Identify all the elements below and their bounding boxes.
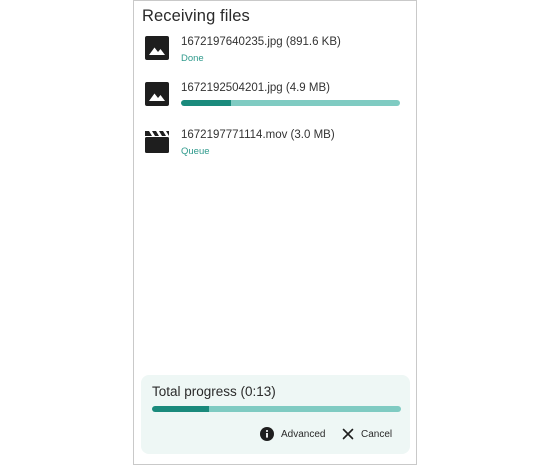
page-title: Receiving files [142, 7, 250, 25]
image-icon [144, 81, 170, 107]
file-status: Queue [181, 146, 210, 157]
total-progress-card: Total progress (0:13) Advanced Cancel [141, 375, 410, 454]
close-icon [342, 428, 354, 440]
total-progress-bar [152, 406, 401, 412]
file-progress-fill [181, 100, 232, 106]
movie-icon [144, 128, 170, 154]
file-name: 1672197640235.jpg (891.6 KB) [181, 36, 341, 48]
advanced-button[interactable]: Advanced [260, 426, 325, 442]
file-item: 1672197771114.mov (3.0 MB) Queue [144, 128, 404, 168]
receive-screen: Receiving files 1672197640235.jpg (891.6… [133, 0, 417, 465]
cancel-button[interactable]: Cancel [342, 426, 392, 442]
file-item: 1672192504201.jpg (4.9 MB) [144, 81, 404, 121]
file-item: 1672197640235.jpg (891.6 KB) Done [144, 35, 404, 75]
file-name: 1672197771114.mov (3.0 MB) [181, 129, 335, 141]
advanced-label: Advanced [281, 428, 326, 440]
image-icon [144, 35, 170, 61]
file-progress-bar [181, 100, 400, 106]
total-progress-title: Total progress (0:13) [152, 384, 276, 399]
total-progress-fill [152, 406, 210, 412]
file-name: 1672192504201.jpg (4.9 MB) [181, 82, 330, 94]
info-icon [260, 427, 274, 441]
file-status: Done [181, 53, 204, 64]
cancel-label: Cancel [361, 428, 393, 440]
